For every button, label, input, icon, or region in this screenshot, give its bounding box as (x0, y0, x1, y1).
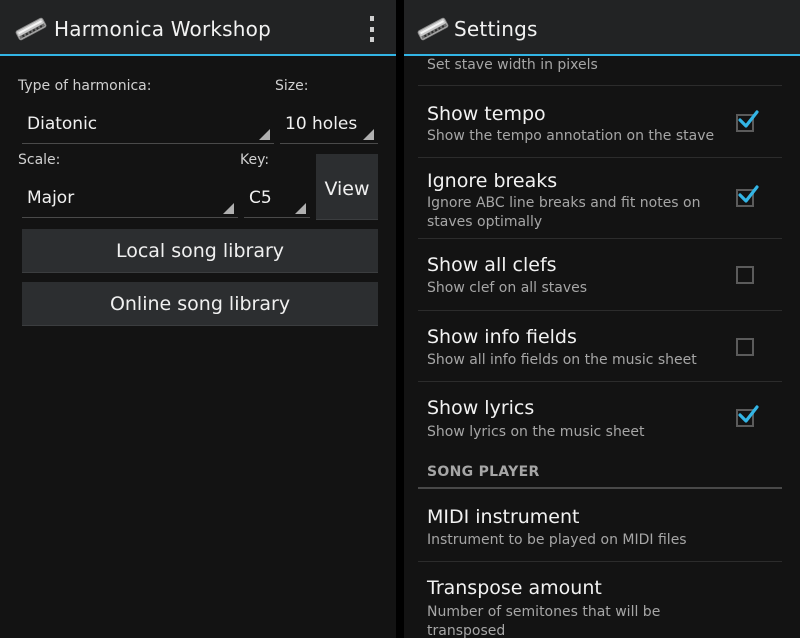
setting-summary: Show clef on all staves (427, 280, 588, 296)
settings-screen: Settings Set stave width in pixels Show … (404, 0, 800, 638)
show-all-clefs-checkbox[interactable] (736, 266, 754, 284)
show-lyrics-checkbox[interactable] (736, 405, 759, 427)
dropdown-arrow-icon (223, 203, 234, 214)
dropdown-arrow-icon (363, 129, 374, 140)
size-spinner[interactable]: 10 holes (280, 106, 378, 144)
view-button[interactable]: View (316, 154, 378, 220)
stave-width-setting[interactable]: Set stave width in pixels (418, 56, 782, 86)
setting-title: Show tempo (427, 103, 546, 125)
category-title: SONG PLAYER (427, 464, 540, 480)
harmonica-icon[interactable] (416, 16, 450, 42)
setting-title: Show info fields (427, 326, 577, 348)
setting-title: Transpose amount (427, 577, 602, 599)
scale-spinner[interactable]: Major (22, 180, 238, 218)
setting-summary: Show all info fields on the music sheet (427, 352, 697, 368)
category-song-player: SONG PLAYER (418, 453, 782, 489)
app-title: Harmonica Workshop (54, 17, 271, 41)
key-value: C5 (249, 188, 272, 208)
show-info-fields-checkbox[interactable] (736, 338, 754, 356)
ignore-breaks-checkbox[interactable] (736, 185, 759, 207)
dropdown-arrow-icon (295, 203, 306, 214)
size-value: 10 holes (285, 114, 358, 134)
setting-summary: Show the tempo annotation on the stave (427, 128, 715, 144)
checkmark-icon (738, 185, 759, 203)
key-spinner[interactable]: C5 (244, 180, 310, 218)
setting-summary: Ignore ABC line breaks and fit notes on … (427, 195, 701, 230)
online-song-library-button[interactable]: Online song library (22, 282, 378, 326)
local-song-library-button[interactable]: Local song library (22, 229, 378, 273)
setting-summary: Show lyrics on the music sheet (427, 424, 645, 440)
setting-summary: Number of semitones that will be transpo… (427, 604, 661, 638)
harmonica-icon[interactable] (14, 16, 48, 42)
setting-midi-instrument[interactable]: MIDI instrument Instrument to be played … (418, 491, 782, 562)
checkmark-icon (738, 405, 759, 423)
action-bar: Harmonica Workshop (0, 0, 396, 56)
dropdown-arrow-icon (259, 129, 270, 140)
setting-show-lyrics[interactable]: Show lyrics Show lyrics on the music she… (418, 382, 782, 453)
scale-value: Major (27, 188, 75, 208)
setting-title: Show all clefs (427, 254, 557, 276)
setting-title: Show lyrics (427, 397, 535, 419)
scale-label: Scale: (18, 152, 61, 168)
harmonica-type-value: Diatonic (27, 114, 98, 134)
setting-show-tempo[interactable]: Show tempo Show the tempo annotation on … (418, 86, 782, 158)
harmonica-type-label: Type of harmonica: (18, 78, 152, 94)
size-label: Size: (275, 78, 309, 94)
setting-show-all-clefs[interactable]: Show all clefs Show clef on all staves (418, 239, 782, 311)
harmonica-type-spinner[interactable]: Diatonic (22, 106, 274, 144)
setting-summary: Set stave width in pixels (427, 57, 598, 73)
setting-title: Ignore breaks (427, 170, 558, 192)
checkmark-icon (738, 110, 759, 128)
settings-title: Settings (454, 17, 538, 41)
setting-ignore-breaks[interactable]: Ignore breaks Ignore ABC line breaks and… (418, 158, 782, 239)
main-screen: Harmonica Workshop Type of harmonica: Si… (0, 0, 396, 638)
setting-title: MIDI instrument (427, 506, 580, 528)
overflow-menu-icon[interactable] (366, 16, 378, 42)
key-label: Key: (240, 152, 270, 168)
show-tempo-checkbox[interactable] (736, 110, 759, 132)
action-bar: Settings (404, 0, 800, 56)
setting-show-info-fields[interactable]: Show info fields Show all info fields on… (418, 311, 782, 382)
setting-transpose-amount[interactable]: Transpose amount Number of semitones tha… (418, 562, 782, 638)
setting-summary: Instrument to be played on MIDI files (427, 532, 687, 548)
